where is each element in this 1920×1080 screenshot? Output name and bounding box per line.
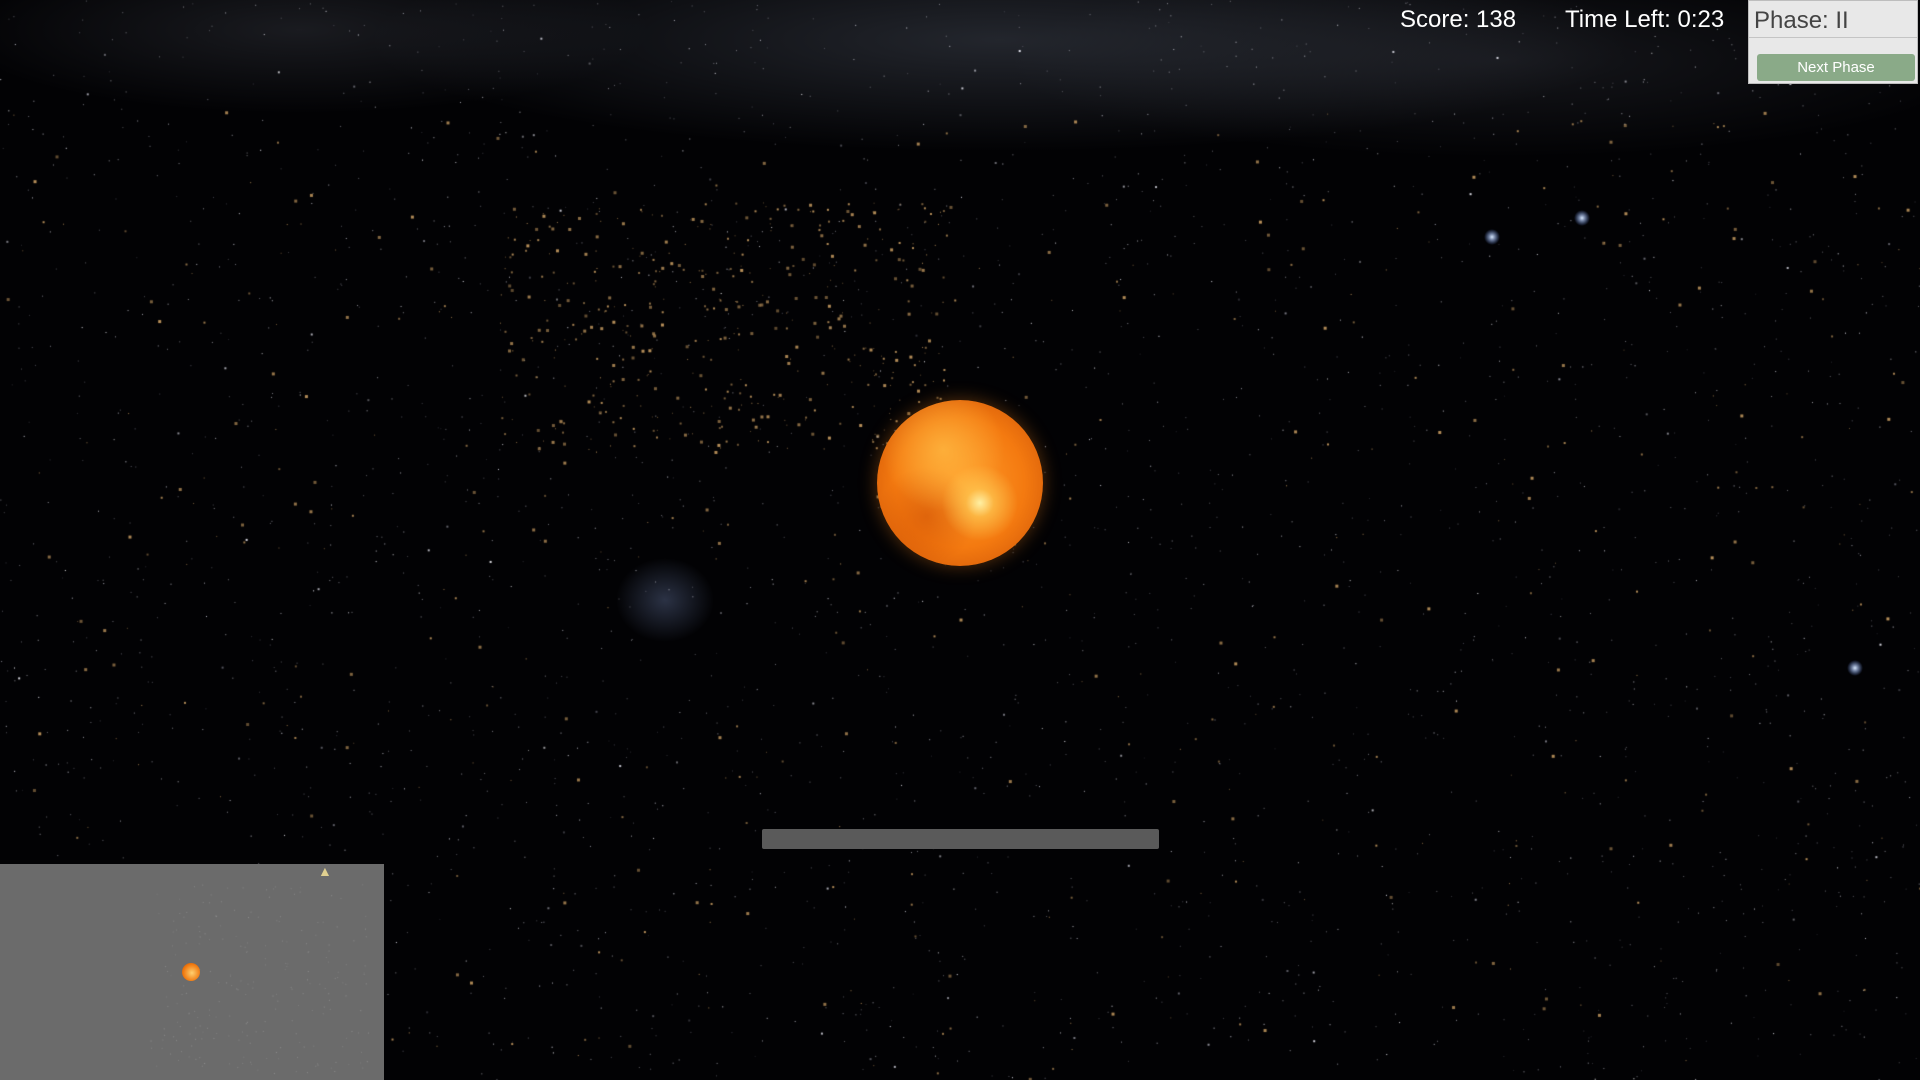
progress-bar bbox=[762, 829, 1159, 849]
minimap-sun-icon bbox=[182, 963, 200, 981]
ship-icon: ▲ bbox=[318, 863, 332, 879]
phase-panel: Phase: II Next Phase bbox=[1748, 0, 1918, 84]
phase-divider bbox=[1749, 37, 1917, 38]
time-left-display: Time Left: 0:23 bbox=[1565, 6, 1725, 33]
game-viewport[interactable]: Score: 138 Time Left: 0:23 Phase: II Nex… bbox=[0, 0, 1920, 1080]
phase-label: Phase: II bbox=[1754, 7, 1849, 34]
sun-planet[interactable] bbox=[877, 400, 1043, 566]
next-phase-button[interactable]: Next Phase bbox=[1757, 54, 1915, 81]
score-display: Score: 138 bbox=[1400, 6, 1517, 33]
